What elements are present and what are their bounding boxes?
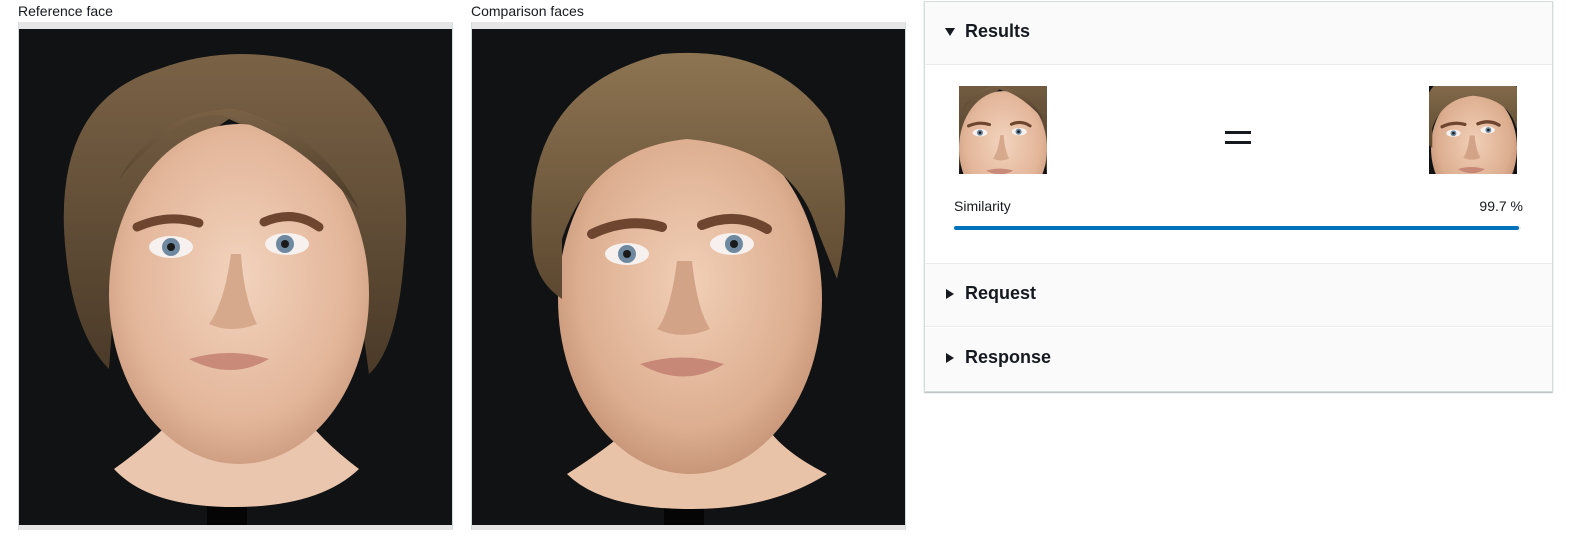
results-card: Results Similarity 99.7 % Request Respon… bbox=[924, 1, 1553, 392]
caret-right-icon bbox=[944, 352, 956, 364]
request-section-header[interactable]: Request bbox=[925, 264, 1552, 327]
similarity-value: 99.7 % bbox=[1479, 198, 1523, 214]
similarity-progress-bar bbox=[954, 226, 1521, 230]
response-section-header[interactable]: Response bbox=[925, 328, 1552, 390]
results-body: Similarity 99.7 % bbox=[925, 65, 1552, 264]
response-header-label: Response bbox=[965, 347, 1052, 367]
comparison-face-thumbnail bbox=[1429, 86, 1517, 174]
reference-face-title: Reference face bbox=[18, 3, 113, 19]
results-header-label: Results bbox=[965, 21, 1031, 41]
comparison-face-frame bbox=[471, 22, 906, 530]
compare-faces-page: Reference face Comparison faces Results bbox=[0, 0, 1596, 552]
results-section-header[interactable]: Results bbox=[925, 2, 1552, 65]
reference-face-frame bbox=[18, 22, 453, 530]
reference-face-thumbnail bbox=[959, 86, 1047, 174]
comparison-faces-title: Comparison faces bbox=[471, 3, 584, 19]
similarity-progress-fill bbox=[954, 226, 1520, 230]
similarity-label: Similarity bbox=[954, 198, 1011, 214]
equals-icon bbox=[1225, 131, 1251, 145]
request-header-label: Request bbox=[965, 283, 1037, 303]
caret-right-icon bbox=[944, 288, 956, 300]
reference-face-image bbox=[19, 29, 452, 525]
comparison-face-image bbox=[472, 29, 905, 525]
caret-down-icon bbox=[944, 26, 956, 38]
